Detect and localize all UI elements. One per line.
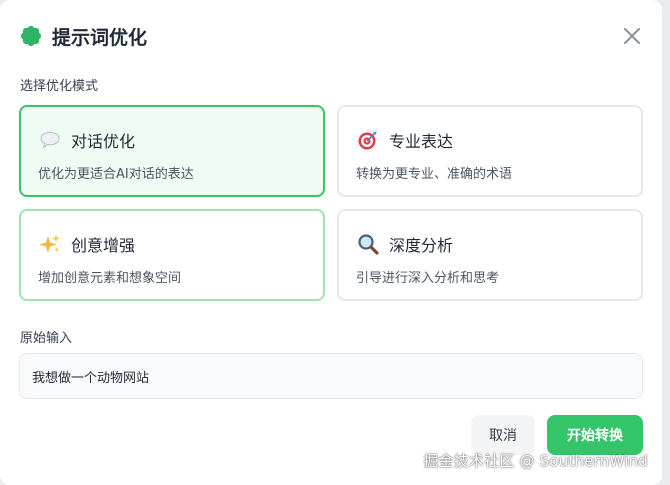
mode-description: 引导进行深入分析和思考 bbox=[356, 271, 500, 286]
cancel-button[interactable]: 取消 bbox=[471, 415, 535, 455]
input-section-label: 原始输入 bbox=[20, 331, 73, 346]
gear-flower-icon bbox=[20, 25, 42, 47]
mode-title: 创意增强 bbox=[71, 236, 136, 255]
dialog-title: 提示词优化 bbox=[52, 26, 148, 49]
magnifier-icon bbox=[357, 233, 379, 255]
mode-card-conversation[interactable]: 对话优化 优化为更适合AI对话的表达 bbox=[19, 105, 325, 197]
mode-title: 深度分析 bbox=[389, 236, 454, 255]
mode-description: 优化为更适合AI对话的表达 bbox=[38, 167, 194, 182]
watermark: 掘金技术社区 @ SouthernWind bbox=[423, 452, 648, 470]
target-icon bbox=[357, 129, 379, 151]
dialog-header: 提示词优化 bbox=[20, 20, 147, 52]
mode-description: 增加创意元素和想象空间 bbox=[38, 271, 182, 286]
prompt-optimize-dialog: 提示词优化 选择优化模式 对话优化 优化为更适合AI对话的表达 专业表达 转换为… bbox=[0, 0, 662, 485]
mode-title: 专业表达 bbox=[389, 132, 454, 151]
speech-bubble-icon bbox=[39, 129, 61, 151]
mode-card-creative[interactable]: 创意增强 增加创意元素和想象空间 bbox=[19, 209, 325, 301]
mode-section-label: 选择优化模式 bbox=[20, 79, 99, 94]
mode-card-deep-analysis[interactable]: 深度分析 引导进行深入分析和思考 bbox=[337, 209, 643, 301]
mode-title: 对话优化 bbox=[71, 132, 136, 151]
sparkles-icon bbox=[39, 233, 61, 255]
close-button[interactable] bbox=[618, 22, 646, 50]
start-convert-button[interactable]: 开始转换 bbox=[547, 415, 643, 455]
close-icon bbox=[624, 28, 640, 44]
mode-card-professional[interactable]: 专业表达 转换为更专业、准确的术语 bbox=[337, 105, 643, 197]
original-input-field[interactable] bbox=[19, 353, 643, 399]
mode-description: 转换为更专业、准确的术语 bbox=[356, 167, 513, 182]
